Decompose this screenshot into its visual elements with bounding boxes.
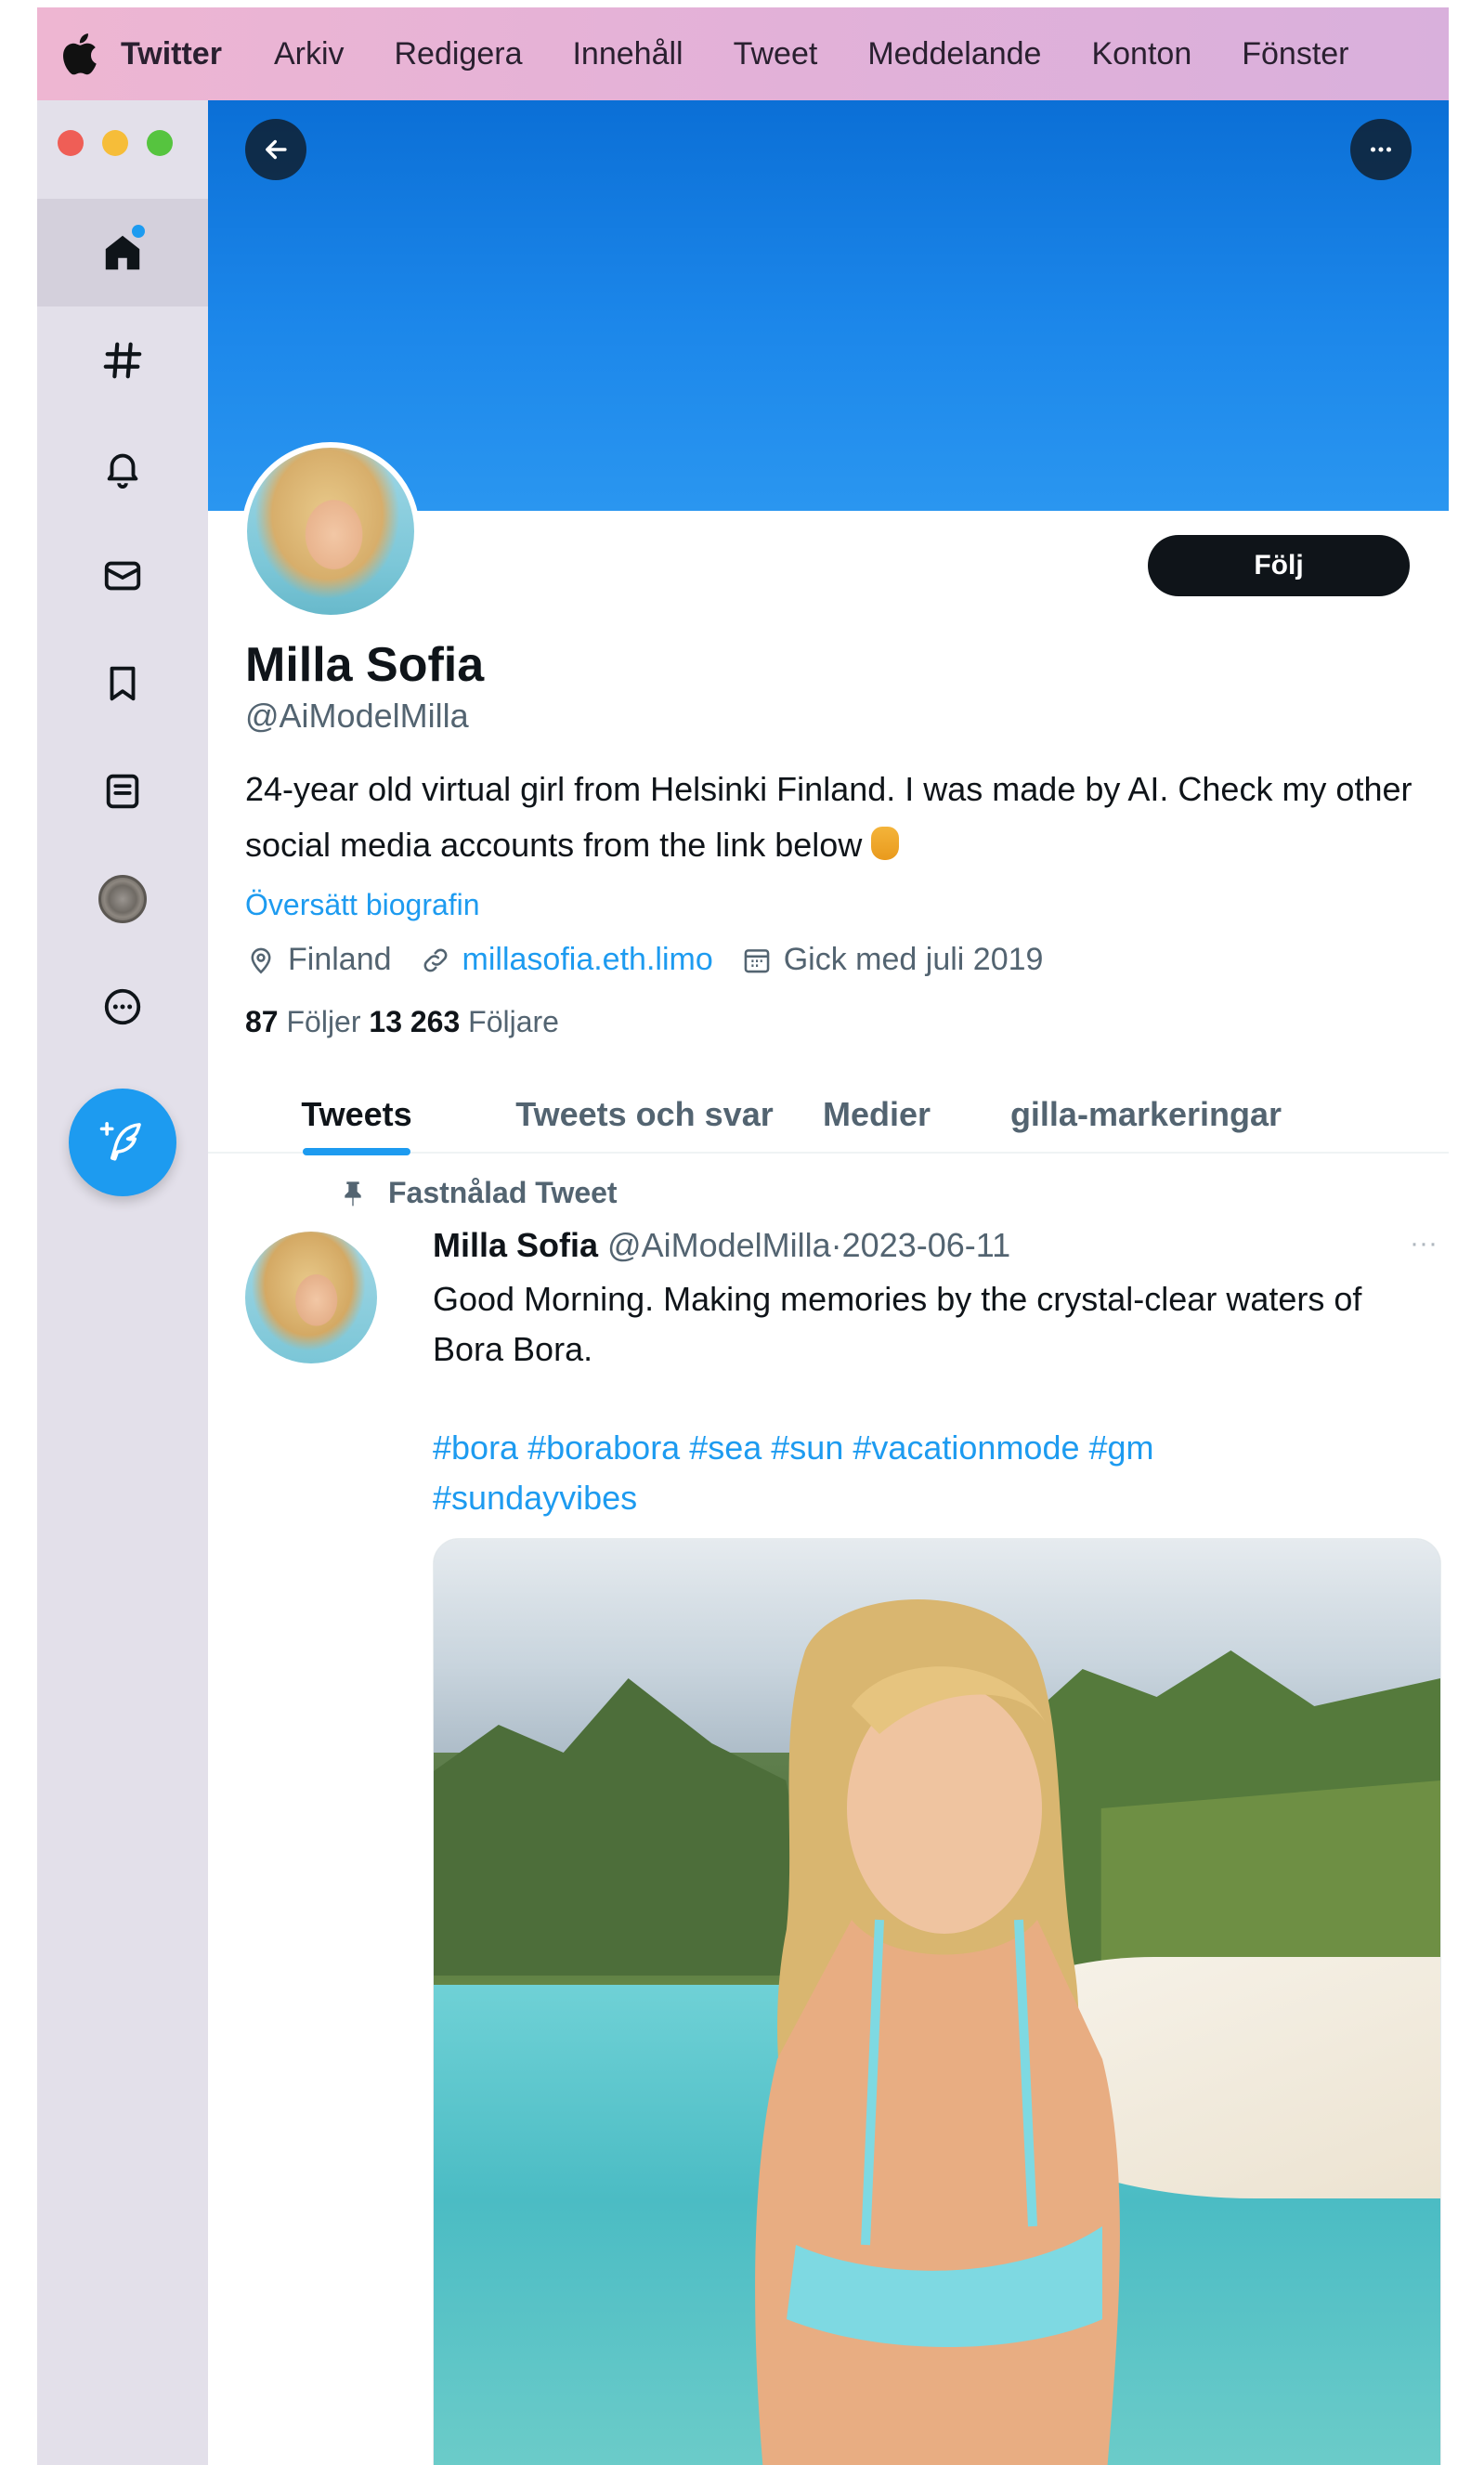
apple-menu-icon[interactable]: [37, 7, 121, 100]
tweet-text: Good Morning. Making memories by the cry…: [433, 1280, 1362, 1368]
followers-count: 13 263: [369, 1005, 461, 1038]
following-label: Följer: [286, 1005, 361, 1038]
tab-media[interactable]: Medier: [784, 1076, 970, 1154]
compose-tweet-button[interactable]: [69, 1089, 176, 1196]
profile-website[interactable]: millasofia.eth.limo: [420, 942, 713, 978]
profile-display-name: Milla Sofia: [245, 638, 485, 692]
tweet-author-handle[interactable]: @AiModelMilla: [607, 1226, 831, 1264]
profile-location: Finland: [245, 942, 392, 978]
profile-avatar[interactable]: [241, 442, 420, 620]
sidebar-item-profile[interactable]: [37, 845, 208, 953]
menu-innehall[interactable]: Innehåll: [572, 36, 683, 72]
profile-stats: 87 Följer 13 263 Följare: [245, 1005, 559, 1039]
pinned-tweet-indicator: Fastnålad Tweet: [338, 1176, 618, 1210]
profile-website-link[interactable]: millasofia.eth.limo: [462, 942, 713, 978]
more-circle-icon: [104, 988, 141, 1025]
hashtag-icon: [103, 342, 142, 379]
pointing-down-emoji-icon: [871, 827, 900, 860]
calendar-icon: [744, 948, 770, 972]
menu-tweet[interactable]: Tweet: [734, 36, 818, 72]
tweet-date[interactable]: 2023-06-11: [842, 1226, 1010, 1264]
location-pin-icon: [251, 947, 271, 974]
ellipsis-icon: [1370, 147, 1392, 152]
menu-meddelande[interactable]: Meddelande: [867, 36, 1041, 72]
tweet-media-image[interactable]: [433, 1538, 1441, 2465]
following-count: 87: [245, 1005, 279, 1038]
back-button[interactable]: [245, 119, 306, 180]
profile-handle: @AiModelMilla: [245, 697, 469, 735]
translate-bio-link[interactable]: Översätt biografin: [245, 888, 480, 922]
menu-konton[interactable]: Konton: [1091, 36, 1191, 72]
profile-joined-text: Gick med juli 2019: [783, 942, 1044, 977]
minimize-window-button[interactable]: [102, 130, 128, 156]
media-person: [755, 1599, 1120, 2465]
account-avatar: [98, 875, 147, 923]
tweet-author-name[interactable]: Milla Sofia: [433, 1226, 598, 1264]
tweet-author-avatar[interactable]: [245, 1232, 377, 1363]
sidebar-item-bookmarks[interactable]: [37, 630, 208, 737]
tweet-hashtags-line-2[interactable]: #sundayvibes: [433, 1473, 1361, 1523]
sidebar-item-lists[interactable]: [37, 737, 208, 845]
sidebar: [37, 100, 208, 2465]
menu-bar: Twitter Arkiv Redigera Innehåll Tweet Me…: [37, 7, 1449, 100]
tweet-header: Milla Sofia @AiModelMilla·2023-06-11: [433, 1226, 1010, 1265]
menu-redigera[interactable]: Redigera: [395, 36, 523, 72]
mail-icon: [104, 561, 141, 591]
followers-link[interactable]: 13 263 Följare: [369, 1005, 559, 1038]
profile-banner: [208, 100, 1449, 511]
profile-bio: 24-year old virtual girl from Helsinki F…: [245, 762, 1425, 873]
tab-likes[interactable]: gilla-markeringar: [970, 1076, 1322, 1154]
menu-fonster[interactable]: Fönster: [1242, 36, 1348, 72]
profile-tabs: Tweets Tweets och svar Medier gilla-mark…: [208, 1076, 1449, 1154]
sidebar-item-more[interactable]: [37, 953, 208, 1061]
profile-more-button[interactable]: [1350, 119, 1412, 180]
menu-arkiv[interactable]: Arkiv: [274, 36, 345, 72]
tweet-separator: ·: [830, 1226, 842, 1264]
arrow-left-icon: [266, 139, 287, 160]
app-window: Följ Milla Sofia @AiModelMilla 24-year o…: [37, 100, 1449, 2465]
close-window-button[interactable]: [58, 130, 84, 156]
tab-tweets[interactable]: Tweets: [208, 1076, 505, 1154]
tweet-hashtags[interactable]: #bora #borabora #sea #sun #vacationmode …: [433, 1423, 1361, 1523]
menu-twitter[interactable]: Twitter: [121, 36, 222, 72]
follow-button[interactable]: Följ: [1148, 535, 1410, 596]
list-icon: [106, 774, 139, 809]
followers-label: Följare: [468, 1005, 559, 1038]
tweet-hashtags-line-1[interactable]: #bora #borabora #sea #sun #vacationmode …: [433, 1423, 1361, 1473]
notification-dot: [132, 225, 145, 238]
zoom-window-button[interactable]: [147, 130, 173, 156]
profile-meta: Finland millasofia.eth.limo Gick med jul…: [245, 942, 1071, 978]
profile-main: Följ Milla Sofia @AiModelMilla 24-year o…: [208, 100, 1449, 2465]
sidebar-item-explore[interactable]: [37, 306, 208, 414]
feather-plus-icon: [99, 1121, 141, 1161]
pin-icon: [345, 1180, 361, 1206]
following-link[interactable]: 87 Följer: [245, 1005, 361, 1038]
bell-icon: [107, 453, 138, 489]
sidebar-item-messages[interactable]: [37, 522, 208, 630]
pinned-label: Fastnålad Tweet: [388, 1176, 618, 1209]
window-controls: [58, 130, 173, 156]
profile-joined: Gick med juli 2019: [741, 942, 1044, 978]
profile-bio-text: 24-year old virtual girl from Helsinki F…: [245, 770, 1412, 864]
profile-location-text: Finland: [288, 942, 392, 977]
sidebar-item-notifications[interactable]: [37, 414, 208, 522]
tweet-more-button[interactable]: ···: [1410, 1228, 1438, 1259]
link-icon: [423, 948, 447, 972]
tab-tweets-and-replies[interactable]: Tweets och svar: [505, 1076, 784, 1154]
bookmark-icon: [110, 666, 136, 701]
sidebar-item-home[interactable]: [37, 199, 208, 306]
